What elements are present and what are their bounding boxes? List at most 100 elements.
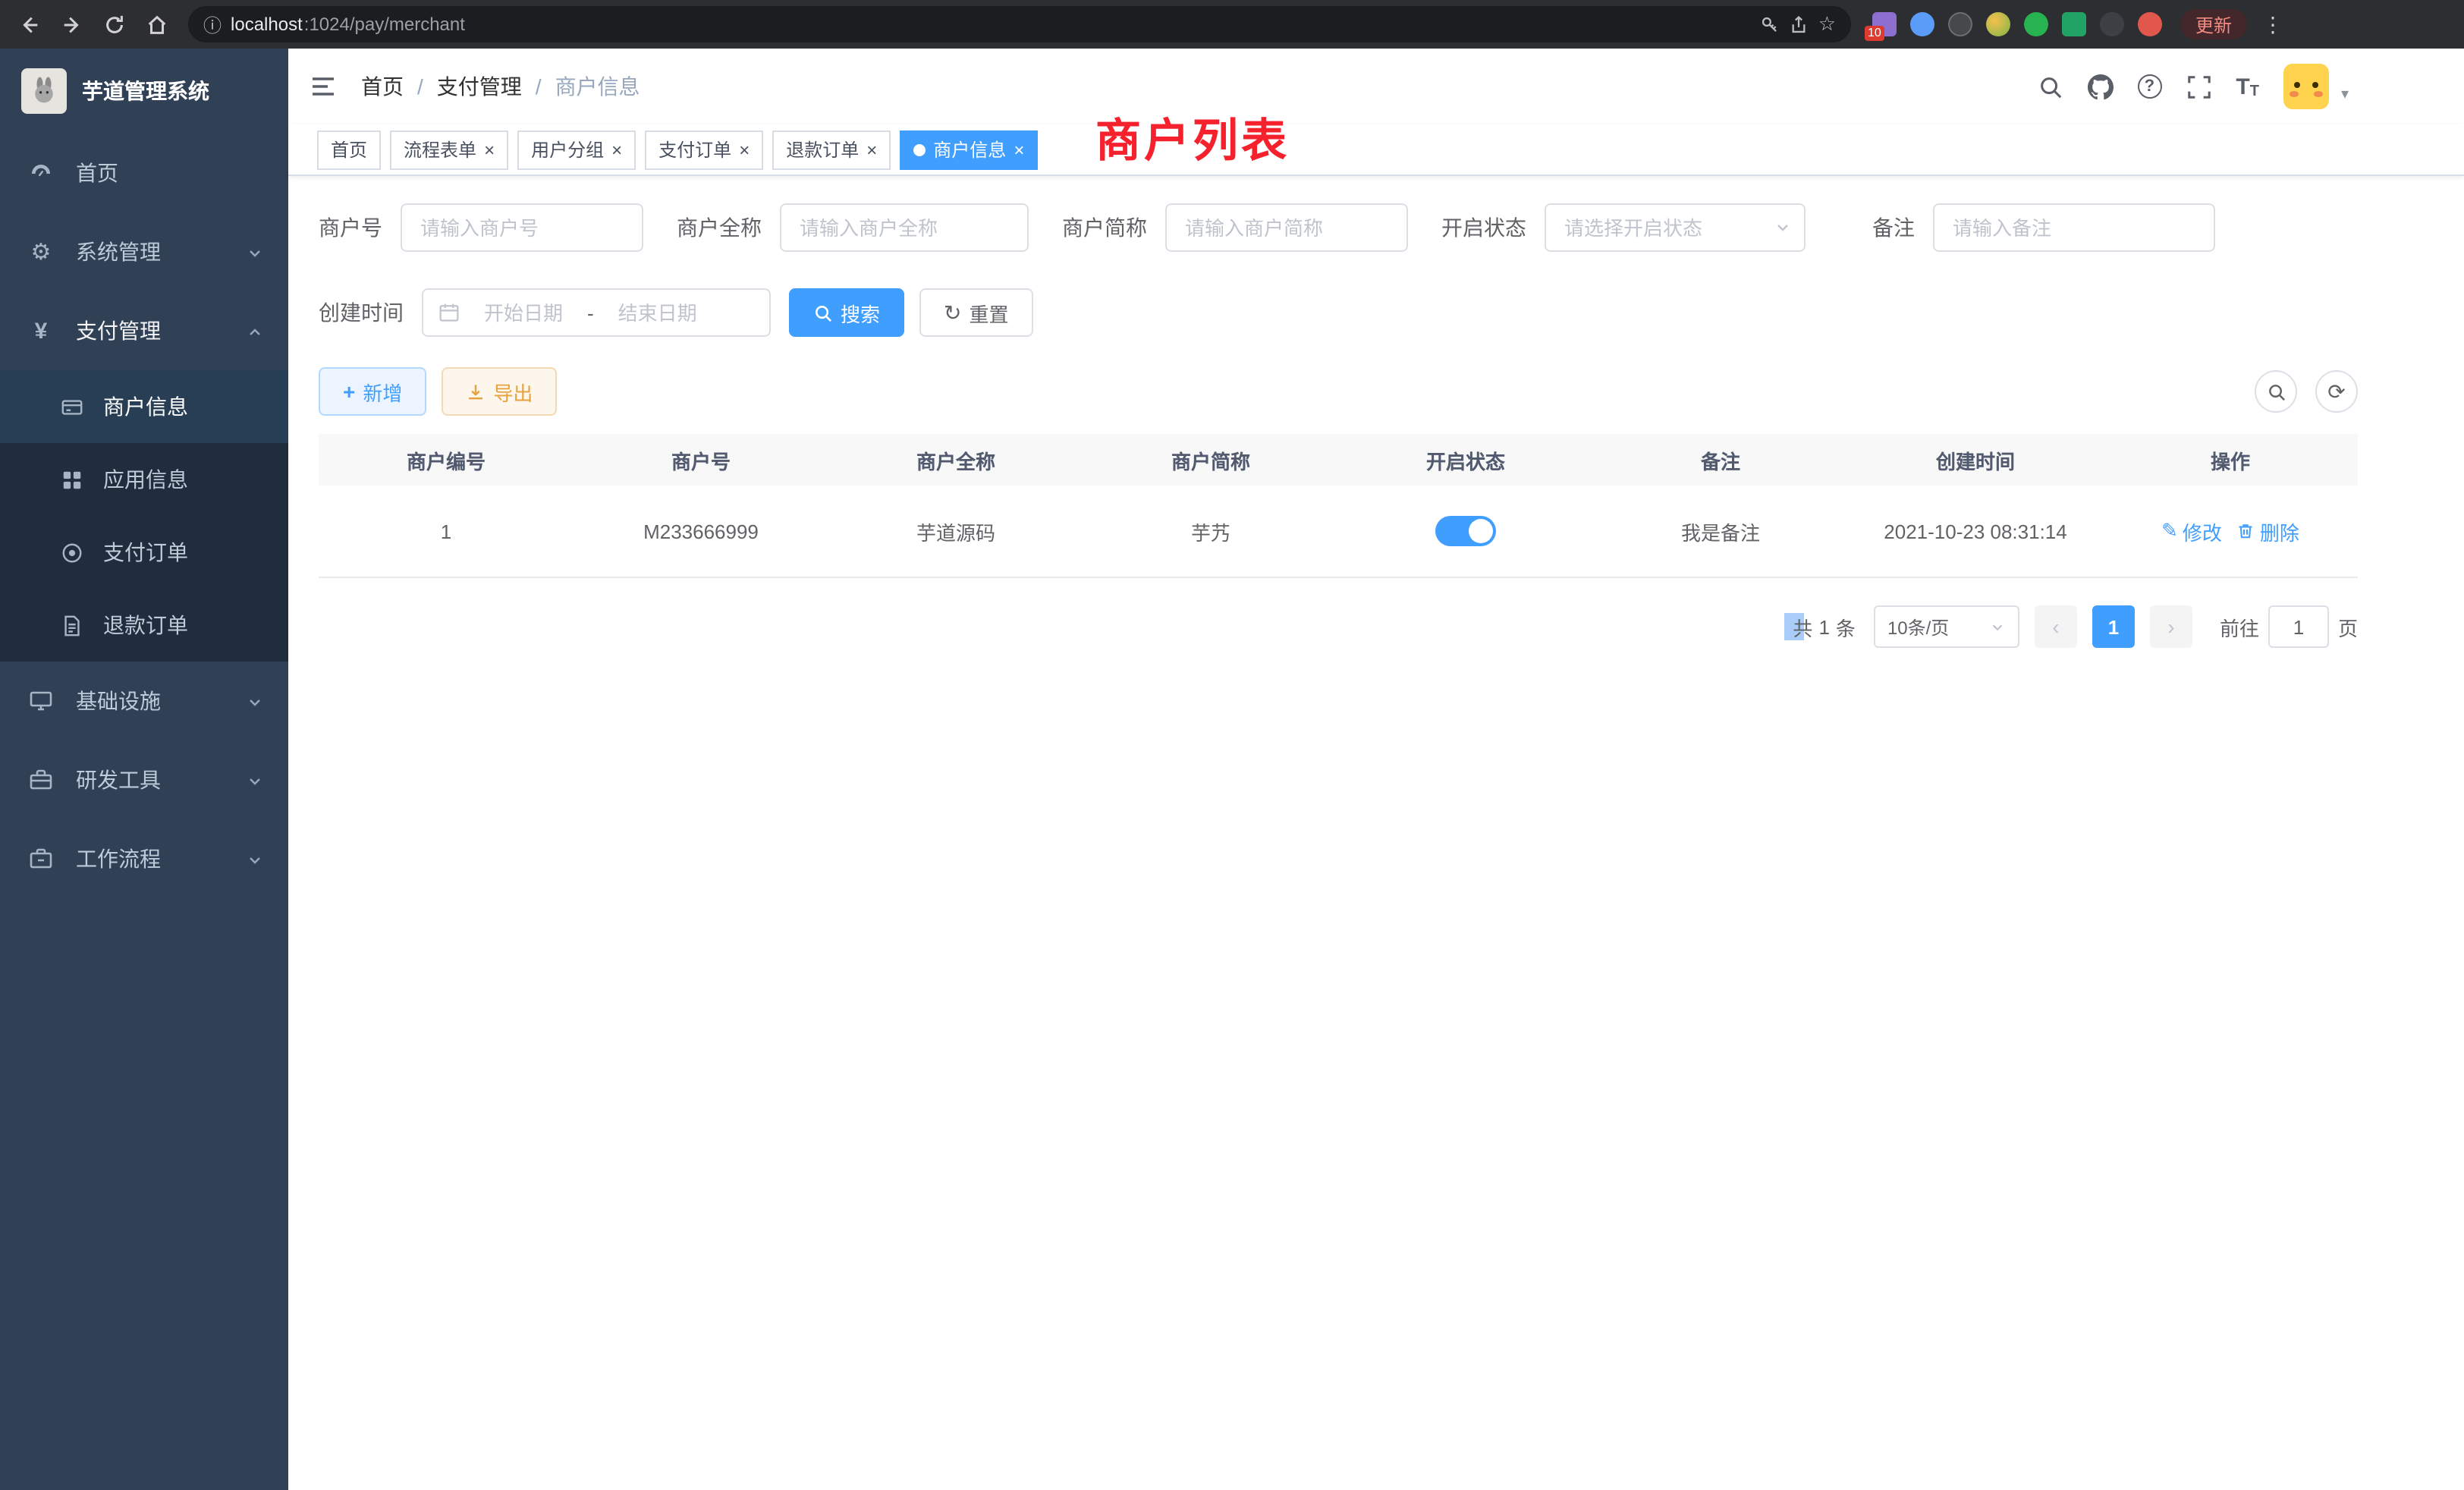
sidebar-item-app-info[interactable]: 应用信息 (0, 443, 288, 516)
table-header: 商户编号 商户号 商户全称 商户简称 开启状态 备注 创建时间 操作 (319, 434, 2358, 486)
search-button[interactable]: 搜索 (789, 288, 904, 337)
date-start-input[interactable] (466, 301, 581, 324)
annotation-title: 商户列表 (1095, 103, 1290, 170)
merchant-name-input[interactable] (780, 203, 1029, 252)
hamburger-icon[interactable] (310, 73, 337, 100)
payment-submenu: 商户信息 应用信息 支付订单 退款订单 (0, 370, 288, 662)
tab-home[interactable]: 首页 (317, 130, 381, 169)
tab-pay-order[interactable]: 支付订单 × (645, 130, 763, 169)
chevron-down-icon (1989, 618, 2006, 635)
font-size-icon[interactable]: TT (2236, 74, 2259, 99)
refresh-icon: ↻ (944, 300, 961, 325)
tab-close-icon[interactable]: × (484, 140, 495, 159)
show-search-toggle-button[interactable] (2255, 370, 2297, 413)
extension-icon-3[interactable] (1948, 12, 1972, 36)
tab-close-icon[interactable]: × (611, 140, 622, 159)
tab-label: 商户信息 (933, 137, 1006, 162)
status-select-input[interactable] (1545, 203, 1806, 252)
browser-menu-icon[interactable]: ⋮ (2262, 11, 2283, 37)
app-shell: 芋道管理系统 首页 ⚙ 系统管理 ¥ 支付管理 商户信息 (0, 49, 2464, 1490)
filter-row-1: 商户号 商户全称 商户简称 开启状态 (319, 203, 2464, 252)
cell-merchant-id: 1 (319, 520, 574, 542)
extensions-row: 10 (1872, 12, 2162, 36)
sidebar-item-refund-order[interactable]: 退款订单 (0, 589, 288, 662)
page-size-select[interactable]: 10条/页 (1874, 605, 2019, 648)
merchant-no-input[interactable] (401, 203, 643, 252)
goto-label: 前往 (2220, 612, 2259, 641)
reset-button[interactable]: ↻ 重置 (919, 288, 1033, 337)
logo-row[interactable]: 芋道管理系统 (0, 49, 288, 134)
export-button[interactable]: 导出 (442, 367, 557, 416)
breadcrumb-item[interactable]: 首页 (361, 71, 404, 102)
browser-update-button[interactable]: 更新 (2180, 9, 2247, 39)
date-end-input[interactable] (600, 301, 715, 324)
filter-label: 商户号 (319, 212, 382, 243)
extension-icon-2[interactable] (1910, 12, 1934, 36)
sidebar-item-payment[interactable]: ¥ 支付管理 (0, 291, 288, 370)
app-title: 芋道管理系统 (82, 76, 209, 106)
github-icon[interactable] (2087, 74, 2113, 99)
prev-page-button[interactable]: ‹ (2035, 605, 2077, 648)
breadcrumb-item[interactable]: 支付管理 (437, 71, 522, 102)
extension-icon-4[interactable] (1986, 12, 2010, 36)
tab-close-icon[interactable]: × (1014, 140, 1024, 159)
bookmark-star-icon[interactable]: ☆ (1818, 12, 1836, 36)
filter-remark: 备注 (1872, 203, 2215, 252)
reload-icon[interactable] (94, 5, 134, 44)
goto-page-input[interactable] (2268, 605, 2329, 648)
tab-close-icon[interactable]: × (739, 140, 750, 159)
sidebar-item-home[interactable]: 首页 (0, 134, 288, 212)
next-page-button[interactable]: › (2150, 605, 2192, 648)
tab-merchant-info[interactable]: 商户信息 × (900, 130, 1038, 169)
share-icon[interactable] (1790, 14, 1809, 34)
date-range-picker[interactable]: - (422, 288, 771, 337)
status-toggle[interactable] (1435, 516, 1496, 546)
tab-process-form[interactable]: 流程表单× (390, 130, 508, 169)
sidebar: 芋道管理系统 首页 ⚙ 系统管理 ¥ 支付管理 商户信息 (0, 49, 288, 1490)
fullscreen-icon[interactable] (2186, 74, 2211, 99)
short-name-input[interactable] (1165, 203, 1408, 252)
help-icon[interactable]: ? (2137, 74, 2161, 99)
sidebar-item-devtools[interactable]: 研发工具 (0, 740, 288, 819)
chevron-down-icon[interactable]: ▾ (2341, 86, 2349, 109)
sidebar-item-system[interactable]: ⚙ 系统管理 (0, 212, 288, 291)
edit-link[interactable]: ✎修改 (2161, 517, 2222, 545)
sidebar-item-infra[interactable]: 基础设施 (0, 662, 288, 740)
tab-user-group[interactable]: 用户分组× (517, 130, 636, 169)
address-bar[interactable]: ⓘ localhost:1024/pay/merchant ☆ (188, 6, 1851, 42)
back-icon[interactable] (9, 5, 49, 44)
extension-icon-5[interactable] (2024, 12, 2048, 36)
extension-icon-1[interactable]: 10 (1872, 12, 1897, 36)
search-icon[interactable] (2037, 74, 2063, 99)
remark-input[interactable] (1933, 203, 2215, 252)
refresh-table-button[interactable]: ⟳ (2315, 370, 2358, 413)
calendar-icon (438, 302, 460, 323)
site-info-icon[interactable]: ⓘ (203, 11, 222, 37)
password-key-icon[interactable] (1761, 14, 1780, 34)
pagination-goto: 前往 页 (2220, 605, 2358, 648)
filter-label: 备注 (1872, 212, 1915, 243)
home-icon[interactable] (137, 5, 176, 44)
target-icon (58, 541, 85, 564)
forward-icon[interactable] (52, 5, 91, 44)
tab-refund-order[interactable]: 退款订单× (772, 130, 891, 169)
chevron-down-icon (246, 771, 264, 789)
breadcrumb-item-current: 商户信息 (555, 71, 640, 102)
delete-link[interactable]: 删除 (2237, 517, 2299, 545)
bank-card-icon (58, 395, 85, 418)
page-1-button[interactable]: 1 (2092, 605, 2135, 648)
browser-toolbar: ⓘ localhost:1024/pay/merchant ☆ 10 更新 ⋮ (0, 0, 2464, 49)
sidebar-item-merchant-info[interactable]: 商户信息 (0, 370, 288, 443)
extension-icon-6[interactable] (2062, 12, 2086, 36)
briefcase-icon (27, 847, 55, 871)
user-avatar[interactable] (2283, 64, 2329, 109)
extension-icon-7[interactable] (2100, 12, 2124, 36)
tab-close-icon[interactable]: × (866, 140, 877, 159)
sidebar-item-workflow[interactable]: 工作流程 (0, 819, 288, 898)
tab-label: 支付订单 (658, 137, 731, 162)
search-button-label: 搜索 (841, 298, 880, 327)
status-select[interactable] (1545, 203, 1806, 252)
profile-avatar-icon[interactable] (2138, 12, 2162, 36)
add-button[interactable]: + 新增 (319, 367, 426, 416)
sidebar-item-pay-order[interactable]: 支付订单 (0, 516, 288, 589)
